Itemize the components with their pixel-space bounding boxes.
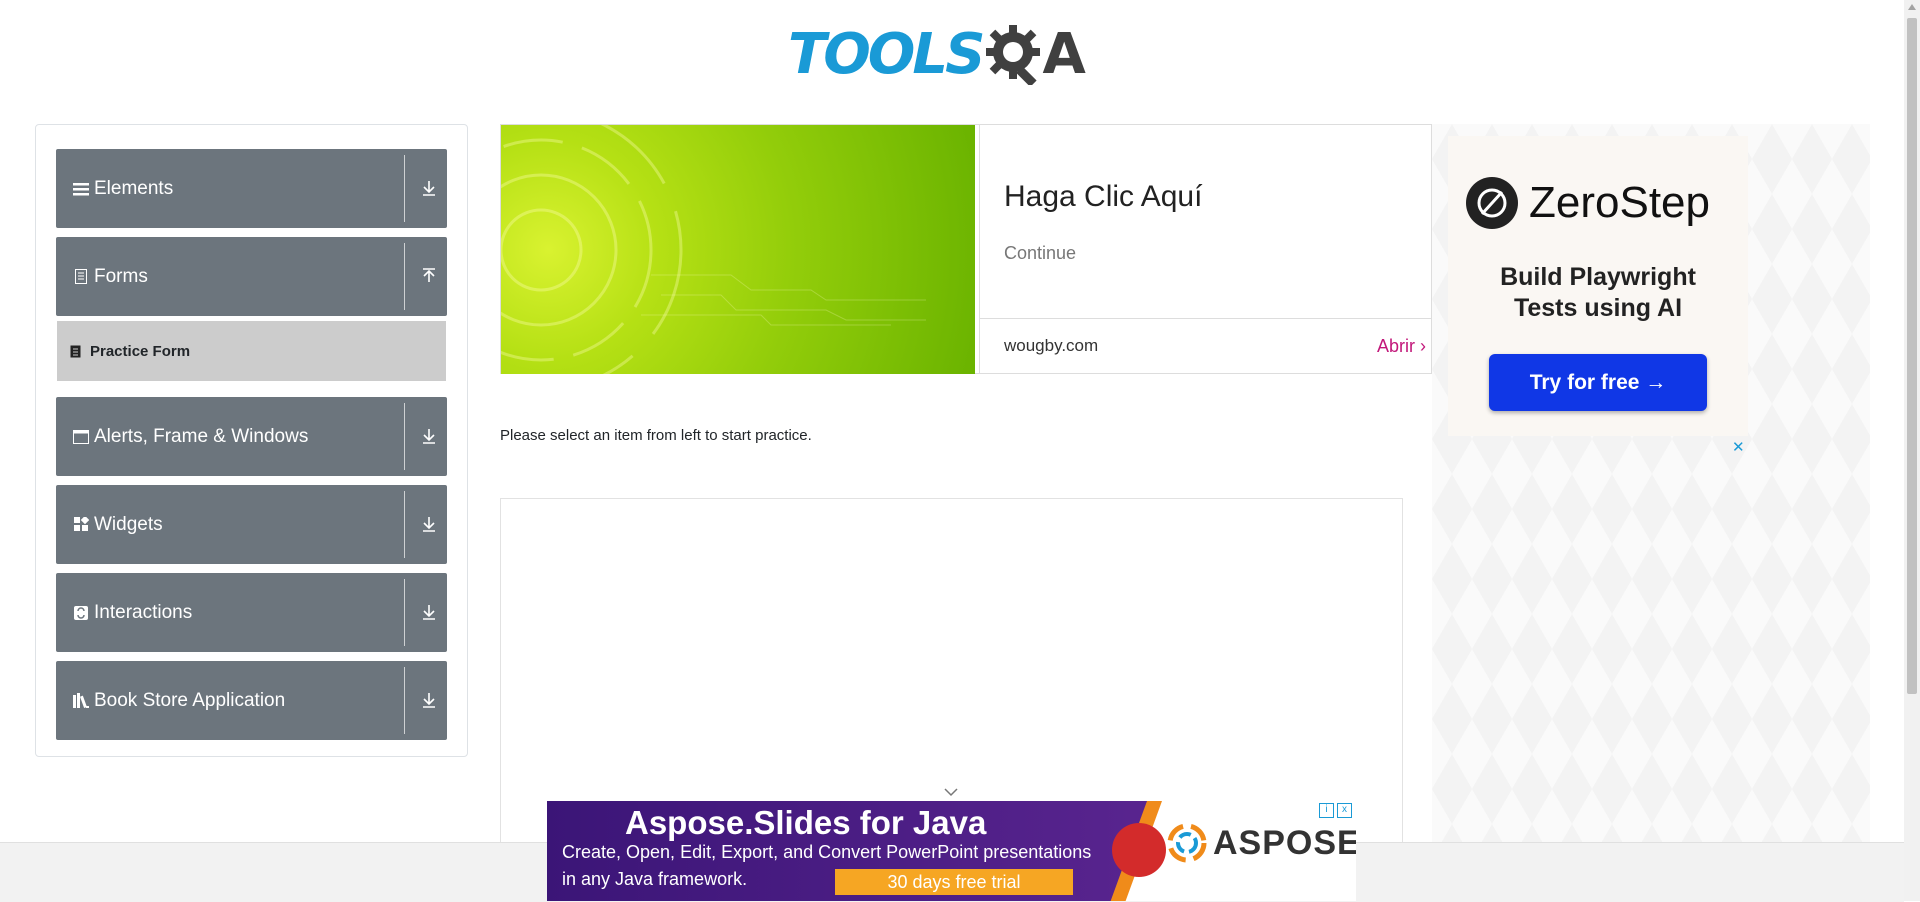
sidebar-group-label: Alerts, Frame & Windows [94,425,309,447]
document-icon [72,268,90,286]
logo-letter: A [1042,21,1086,87]
download-arrow-icon[interactable] [420,515,438,533]
upload-arrow-icon[interactable] [420,267,438,285]
zerostep-logo-icon [1466,177,1518,229]
toolsqa-logo[interactable]: TOOLS A [788,14,1118,94]
sidebar-group-forms[interactable]: Forms [56,237,447,316]
aspose-ad[interactable]: Aspose.Slides for Java Create, Open, Edi… [547,801,1356,901]
ad-subtitle[interactable]: Continue [1004,243,1076,264]
aspose-desc-line2: in any Java framework. [562,869,748,889]
ad-domain[interactable]: wougby.com [1004,336,1098,356]
sidebar: Elements Forms Practice Form Alerts, Fra… [35,124,468,757]
zerostep-ad[interactable]: ZeroStep Build Playwright Tests using AI… [1448,136,1748,436]
divider [404,579,405,646]
zerostep-name: ZeroStep [1529,178,1710,227]
practice-instruction: Please select an item from left to start… [500,427,812,444]
ad-title[interactable]: Haga Clic Aquí [1004,180,1202,214]
sidebar-item-practice-form[interactable]: Practice Form [57,321,446,381]
sidebar-group-label: Widgets [94,513,163,535]
aspose-desc-line1: Create, Open, Edit, Export, and Convert … [562,842,1092,862]
chevron-down-icon[interactable] [942,786,960,798]
scroll-up-icon[interactable] [1908,4,1916,10]
divider [404,491,405,558]
ad-open-link[interactable]: Abrir › [1377,336,1426,357]
chevron-right-icon: › [1420,336,1427,356]
gear-q-icon [986,25,1041,85]
sidebar-group-label: Book Store Application [94,689,286,711]
sidebar-group-widgets[interactable]: Widgets [56,485,447,564]
form-icon [70,343,84,359]
zerostep-brand: ZeroStep [1465,176,1710,230]
ad-close-icon[interactable]: x [1337,803,1352,818]
free-trial-button[interactable]: 30 days free trial [835,869,1073,895]
aspose-brand: ASPOSE [1213,823,1356,862]
download-arrow-icon[interactable] [420,691,438,709]
zerostep-tagline: Build Playwright Tests using AI [1448,262,1748,324]
download-arrow-icon[interactable] [420,427,438,445]
scrollbar-thumb[interactable] [1907,18,1917,694]
sidebar-group-label: Elements [94,177,174,199]
ad-controls: i x [1319,803,1352,818]
divider [404,403,405,470]
sidebar-group-alerts[interactable]: Alerts, Frame & Windows [56,397,447,476]
try-for-free-button[interactable]: Try for free → [1489,354,1707,411]
aspose-logo: ASPOSE [1167,823,1356,863]
sidebar-group-interactions[interactable]: Interactions [56,573,447,652]
divider [404,155,405,222]
java-icon [1112,823,1166,877]
sidebar-group-elements[interactable]: Elements [56,149,447,228]
sidebar-item-label: Practice Form [90,342,191,360]
sidebar-group-book-store[interactable]: Book Store Application [56,661,447,740]
page-scrollbar[interactable] [1904,0,1920,901]
ad-open-label: Abrir [1377,336,1416,356]
ad-close-icon[interactable]: ✕ [1732,438,1745,456]
books-icon [72,692,90,710]
interactions-icon [72,604,90,622]
tagline-line2: Tests using AI [1513,294,1683,322]
download-arrow-icon[interactable] [420,603,438,621]
sidebar-group-label: Forms [94,265,148,287]
hamburger-icon [72,180,90,198]
ad-info-icon[interactable]: i [1319,803,1334,818]
divider [979,318,1433,319]
widgets-icon [72,516,90,534]
ad-image [501,125,975,374]
divider [979,125,980,374]
tagline-line1: Build Playwright [1500,263,1696,291]
logo-text: TOOLS [788,21,985,87]
divider [404,243,405,310]
sidebar-group-label: Interactions [94,601,193,623]
aspose-headline: Aspose.Slides for Java [625,804,987,841]
aspose-swirl-icon [1167,823,1207,863]
divider [404,667,405,734]
download-arrow-icon[interactable] [420,179,438,197]
ad-banner[interactable]: Haga Clic Aquí Continue wougby.com Abrir… [500,124,1433,374]
window-icon [72,428,90,446]
